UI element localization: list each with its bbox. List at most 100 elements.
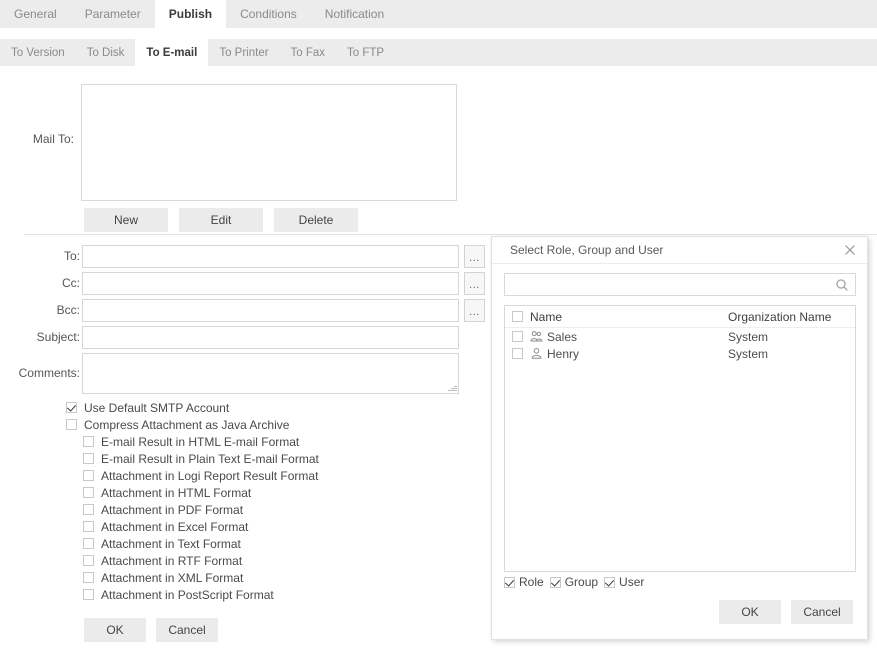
search-input[interactable]	[504, 273, 856, 296]
edit-button[interactable]: Edit	[179, 208, 263, 232]
checkbox-icon[interactable]	[83, 538, 94, 549]
checkbox-icon[interactable]	[83, 589, 94, 600]
user-icon	[530, 347, 543, 360]
select-all-checkbox[interactable]	[512, 311, 523, 322]
option-label: Attachment in Excel Format	[101, 519, 249, 534]
option-row[interactable]: Attachment in RTF Format	[0, 552, 420, 569]
table-row[interactable]: Sales System	[505, 328, 855, 345]
cc-picker-button[interactable]: ...	[464, 272, 485, 295]
checkbox-icon[interactable]	[66, 419, 77, 430]
email-form: To:... Cc:... Bcc:... Subject: Comments:	[0, 244, 490, 397]
checkbox-icon[interactable]	[83, 572, 94, 583]
subtab-to-e-mail[interactable]: To E-mail	[135, 39, 209, 66]
subtab-to-disk[interactable]: To Disk	[76, 39, 136, 66]
option-label: Attachment in PostScript Format	[101, 587, 274, 602]
checkbox-icon[interactable]	[83, 436, 94, 447]
close-icon[interactable]	[842, 242, 858, 258]
row-checkbox[interactable]	[512, 331, 523, 342]
option-label: Attachment in PDF Format	[101, 502, 244, 517]
cell-name: Henry	[530, 347, 728, 361]
tab-parameter[interactable]: Parameter	[71, 0, 155, 28]
tabbar-gap	[0, 28, 877, 39]
field-label: Bcc:	[56, 303, 80, 317]
filter-user[interactable]: User	[604, 575, 644, 589]
checkbox-icon[interactable]	[66, 402, 77, 413]
subtab-to-printer[interactable]: To Printer	[208, 39, 279, 66]
ellipsis-icon: ...	[469, 252, 480, 264]
option-label: Attachment in HTML Format	[101, 485, 252, 500]
checkbox-icon[interactable]	[83, 521, 94, 532]
new-button[interactable]: New	[84, 208, 168, 232]
option-row[interactable]: Attachment in Text Format	[0, 535, 420, 552]
secondary-tabbar: To Version To Disk To E-mail To Printer To F…	[0, 39, 877, 66]
form-row: To:...	[0, 244, 490, 271]
tab-publish[interactable]: Publish	[154, 0, 227, 28]
ellipsis-icon: ...	[469, 306, 480, 318]
checkbox-icon[interactable]	[83, 470, 94, 481]
bcc-picker-button[interactable]: ...	[464, 299, 485, 322]
option-row[interactable]: Attachment in HTML Format	[0, 484, 420, 501]
field-label: Subject:	[36, 330, 80, 344]
checkbox-icon[interactable]	[83, 487, 94, 498]
checkbox-icon[interactable]	[604, 576, 616, 588]
tab-notification[interactable]: Notification	[311, 0, 398, 28]
to-input[interactable]	[82, 245, 459, 268]
tab-conditions[interactable]: Conditions	[226, 0, 311, 28]
subtab-to-ftp[interactable]: To FTP	[336, 39, 395, 66]
checkbox-icon[interactable]	[549, 576, 561, 588]
dialog-ok-button[interactable]: OK	[719, 600, 781, 624]
field-label: Cc:	[62, 276, 80, 290]
form-cancel-button[interactable]: Cancel	[156, 618, 218, 642]
role-group-user-table: Name Organization Name Sales System Henry Sys…	[504, 305, 856, 572]
resize-grip-icon[interactable]	[448, 383, 457, 392]
option-label: E-mail Result in HTML E-mail Format	[101, 434, 300, 449]
section-divider	[24, 234, 877, 235]
option-row[interactable]: Attachment in PostScript Format	[0, 586, 420, 603]
column-header-name: Name	[530, 309, 563, 324]
option-row[interactable]: Attachment in XML Format	[0, 569, 420, 586]
cell-name: Sales	[530, 330, 728, 344]
to-picker-button[interactable]: ...	[464, 245, 485, 268]
option-label: Compress Attachment as Java Archive	[84, 417, 290, 432]
form-row: Subject:	[0, 325, 490, 352]
row-checkbox[interactable]	[512, 348, 523, 359]
option-row[interactable]: E-mail Result in Plain Text E-mail Forma…	[0, 450, 420, 467]
subtab-to-version[interactable]: To Version	[0, 39, 76, 66]
comments-input[interactable]	[82, 353, 459, 394]
option-label: Attachment in XML Format	[101, 570, 244, 585]
bcc-input[interactable]	[82, 299, 459, 322]
table-row[interactable]: Henry System	[505, 345, 855, 362]
search-icon	[835, 278, 849, 292]
option-row[interactable]: E-mail Result in HTML E-mail Format	[0, 433, 420, 450]
option-row[interactable]: Attachment in PDF Format	[0, 501, 420, 518]
option-label: Attachment in Logi Report Result Format	[101, 468, 319, 483]
row-name-label: Sales	[547, 329, 578, 344]
checkbox-icon[interactable]	[83, 453, 94, 464]
email-options-list: Use Default SMTP Account Compress Attachm…	[0, 399, 420, 603]
option-label: E-mail Result in Plain Text E-mail Forma…	[101, 451, 319, 466]
option-row[interactable]: Attachment in Logi Report Result Format	[0, 467, 420, 484]
filter-label: User	[619, 575, 645, 589]
group-icon	[530, 330, 543, 343]
checkbox-icon[interactable]	[504, 576, 515, 588]
filter-group[interactable]: Group	[549, 575, 599, 589]
filter-role[interactable]: Role	[504, 575, 544, 589]
dialog-cancel-button[interactable]: Cancel	[791, 600, 853, 624]
form-ok-button[interactable]: OK	[84, 618, 146, 642]
checkbox-icon[interactable]	[83, 504, 94, 515]
checkbox-icon[interactable]	[83, 555, 94, 566]
mail-to-buttons: New Edit Delete	[84, 208, 358, 232]
mail-to-listbox[interactable]	[81, 84, 457, 201]
cc-input[interactable]	[82, 272, 459, 295]
field-label: Comments:	[18, 366, 80, 380]
option-row[interactable]: Attachment in Excel Format	[0, 518, 420, 535]
table-header-row: Name Organization Name	[505, 306, 855, 328]
option-row[interactable]: Use Default SMTP Account	[0, 399, 420, 416]
subtab-to-fax[interactable]: To Fax	[280, 39, 337, 66]
primary-tabbar: General Parameter Publish Conditions Notific…	[0, 0, 877, 28]
option-row[interactable]: Compress Attachment as Java Archive	[0, 416, 420, 433]
tab-general[interactable]: General	[0, 0, 71, 28]
subject-input[interactable]	[82, 326, 459, 349]
filter-label: Group	[564, 575, 599, 589]
delete-button[interactable]: Delete	[274, 208, 358, 232]
